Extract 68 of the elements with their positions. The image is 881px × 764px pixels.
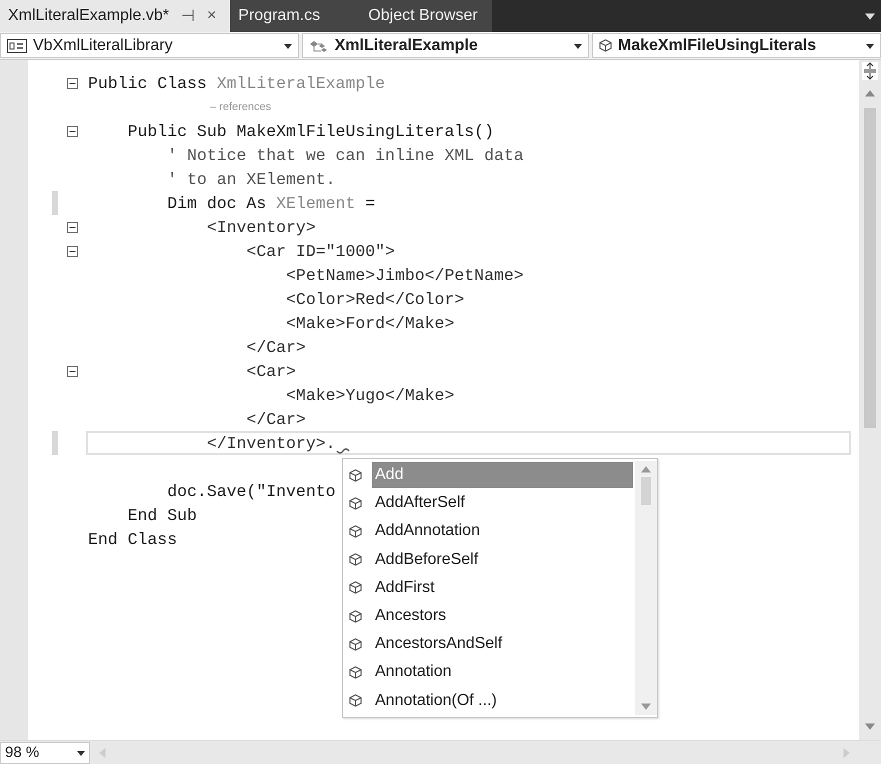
collapse-icon[interactable] (66, 78, 78, 88)
dropdown-arrow-icon (77, 748, 85, 756)
code-line: ' Notice that we can inline XML data (166, 145, 524, 165)
completion-item[interactable]: AddAnnotation (372, 518, 633, 544)
code-line: ' to an XElement. (166, 169, 336, 189)
code-line: <PetName>Jimbo</PetName> (285, 265, 524, 285)
scroll-up-icon (865, 89, 875, 99)
member-icon (349, 524, 362, 538)
code-line: </Inventory>. (206, 433, 336, 453)
code-line: doc.Save("Invento (166, 481, 336, 501)
scroll-thumb[interactable] (864, 108, 876, 428)
code-line: Public Sub MakeXmlFileUsingLiterals() (126, 121, 494, 141)
code-line: Dim doc As XElement = (166, 193, 376, 213)
class-icon (308, 38, 329, 52)
member-icon (349, 610, 362, 623)
smart-tag-icon[interactable] (336, 448, 350, 456)
scroll-left-icon (98, 748, 108, 758)
scroll-right-icon (841, 748, 851, 758)
scroll-thumb[interactable] (641, 477, 651, 505)
scroll-down-icon (641, 700, 651, 711)
dropdown-arrow-icon (284, 42, 292, 50)
split-icon[interactable] (862, 62, 878, 80)
collapse-icon[interactable] (66, 222, 78, 232)
code-line: <Color>Red</Color> (285, 289, 464, 309)
document-tab[interactable]: Program.cs (230, 0, 360, 32)
code-line: <Make>Yugo</Make> (285, 385, 454, 405)
member-icon (349, 496, 362, 510)
code-line: End Class (88, 529, 178, 549)
code-line: <Make>Ford</Make> (285, 313, 454, 333)
navigation-dropdown[interactable]: XmlLiteralExample (302, 33, 589, 58)
vertical-scrollbar[interactable] (859, 60, 881, 740)
completion-item[interactable]: AddBeforeSelf (372, 546, 633, 573)
code-line: <Car> (245, 361, 296, 381)
dropdown-arrow-icon (574, 42, 582, 50)
completion-item[interactable]: Annotation(Of ...) (372, 688, 633, 714)
document-tab[interactable]: Object Browser (360, 0, 492, 32)
navigation-dropdown[interactable]: MakeXmlFileUsingLiterals (592, 33, 881, 58)
project-icon (7, 38, 27, 52)
code-line: <Car ID="1000"> (245, 241, 395, 261)
dropdown-arrow-icon (866, 42, 874, 50)
completion-item[interactable]: AncestorsAndSelf (372, 631, 633, 658)
code-line: </Car> (245, 337, 306, 357)
collapse-icon[interactable] (66, 246, 78, 256)
completion-item[interactable]: Ancestors (372, 603, 633, 630)
completion-item[interactable]: AddAfterSelf (372, 490, 633, 516)
close-button[interactable]: × (206, 7, 216, 25)
code-line: <Inventory> (206, 217, 316, 237)
member-icon (349, 468, 362, 482)
member-icon (349, 694, 362, 708)
scroll-up-icon (641, 465, 651, 475)
member-icon (349, 666, 362, 679)
zoom-dropdown[interactable]: 98 % (0, 742, 90, 764)
collapse-icon[interactable] (66, 126, 78, 136)
completion-item[interactable]: Annotation (372, 659, 633, 686)
collapse-icon[interactable] (66, 366, 78, 376)
navigation-dropdown[interactable]: VbXmlLiteralLibrary (0, 33, 299, 58)
method-icon (598, 39, 612, 52)
completion-item[interactable]: AddFirst (372, 574, 633, 601)
tab-menu-icon (865, 11, 875, 21)
pin-button[interactable]: ⊣ (180, 6, 195, 26)
code-line: End Sub (126, 505, 197, 525)
scroll-down-icon (865, 721, 875, 731)
code-line: </Car> (245, 409, 306, 429)
member-icon (349, 638, 362, 651)
document-tab[interactable]: XmlLiteralExample.vb* ⊣ × (0, 0, 230, 32)
member-icon (349, 581, 362, 594)
member-icon (349, 553, 362, 566)
code-line: Public Class XmlLiteralExample (88, 73, 386, 93)
